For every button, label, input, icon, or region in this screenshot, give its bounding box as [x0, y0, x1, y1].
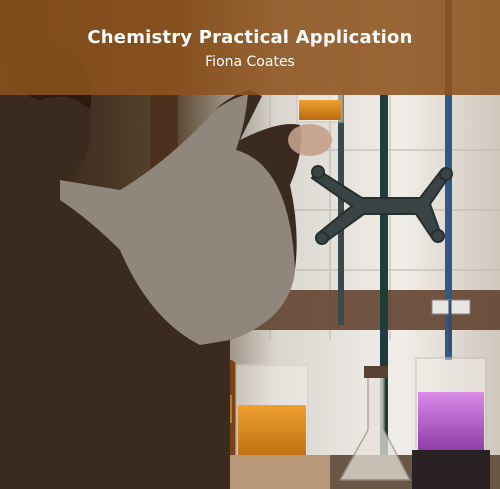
book-cover: Chemistry Practical Application Fiona Co…	[0, 0, 500, 489]
book-title: Chemistry Practical Application	[87, 27, 413, 48]
book-author: Fiona Coates	[205, 54, 295, 70]
title-banner: Chemistry Practical Application Fiona Co…	[0, 0, 500, 95]
